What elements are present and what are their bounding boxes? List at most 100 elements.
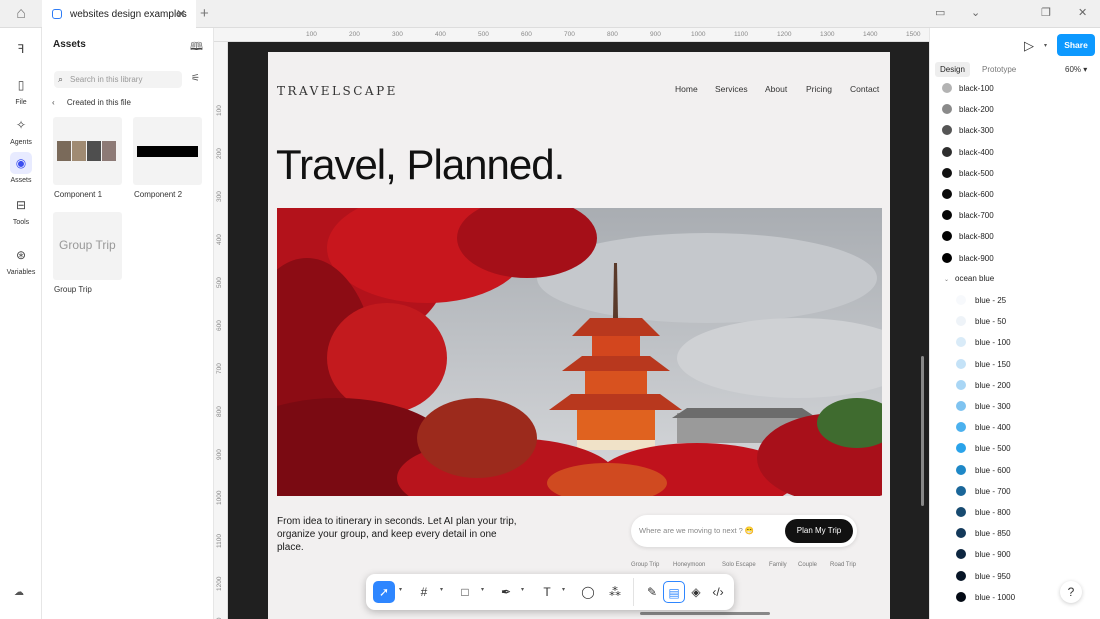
swatch-label-blue-800[interactable]: blue - 800: [975, 508, 1011, 517]
swatch-color[interactable]: [942, 189, 952, 199]
swatch-label-blue-150[interactable]: blue - 150: [975, 360, 1011, 369]
home-icon[interactable]: ⌂: [0, 0, 42, 28]
move-tool-icon[interactable]: ➚: [373, 581, 395, 603]
swatch-color[interactable]: [942, 146, 952, 157]
chip-honeymoon[interactable]: Honeymoon: [673, 562, 705, 568]
swatch-color[interactable]: [956, 401, 966, 411]
swatch-label-black-900[interactable]: black-900: [959, 254, 994, 263]
swatch-color[interactable]: [942, 231, 952, 242]
swatch-label-black-300[interactable]: black-300: [959, 126, 994, 135]
swatch-color[interactable]: [956, 316, 966, 327]
vertical-scrollbar[interactable]: [921, 356, 924, 506]
destination-input[interactable]: Where are we moving to next ? 😁 Plan My …: [631, 515, 857, 547]
zoom-level[interactable]: 60% ▾: [1065, 65, 1087, 74]
swatch-color[interactable]: [956, 570, 966, 581]
asset-search-input[interactable]: ⌕ Search in this library: [54, 71, 182, 88]
nav-home[interactable]: Home: [675, 84, 698, 94]
nav-contact[interactable]: Contact: [850, 84, 879, 94]
tab-prototype[interactable]: Prototype: [982, 65, 1016, 74]
swatch-label-blue-900[interactable]: blue - 900: [975, 550, 1011, 559]
filter-icon[interactable]: ⚟: [191, 73, 200, 84]
cloud-sync-icon[interactable]: ☁: [14, 587, 24, 598]
main-menu-icon[interactable]: ꟻ: [0, 38, 42, 63]
swatch-label-black-500[interactable]: black-500: [959, 169, 994, 178]
layout-icon[interactable]: ▭: [935, 6, 945, 19]
move-tool-chevron-icon[interactable]: ▾: [399, 586, 402, 593]
chip-couple[interactable]: Couple: [798, 562, 817, 568]
back-arrow-icon[interactable]: ‹: [52, 98, 55, 107]
text-tool-chevron-icon[interactable]: ▾: [562, 586, 565, 593]
ocean-blue-group[interactable]: ⌄ ocean blue: [944, 274, 994, 283]
swatch-color[interactable]: [942, 83, 952, 93]
swatch-color[interactable]: [956, 485, 966, 496]
swatch-color[interactable]: [956, 507, 966, 517]
nav-pricing[interactable]: Pricing: [806, 84, 832, 94]
swatch-color[interactable]: [956, 591, 966, 602]
swatch-label-black-200[interactable]: black-200: [959, 105, 994, 114]
close-window-icon[interactable]: ✕: [1078, 6, 1087, 19]
present-chevron-icon[interactable]: ▾: [1044, 42, 1047, 49]
swatch-label-black-800[interactable]: black-800: [959, 232, 994, 241]
plan-my-trip-button[interactable]: Plan My Trip: [785, 519, 853, 543]
site-logo[interactable]: TRAVELSCAPE: [277, 84, 398, 98]
website-frame[interactable]: TRAVELSCAPE Home Services About Pricing …: [268, 52, 890, 619]
swatch-color[interactable]: [956, 379, 966, 390]
swatch-label-blue-850[interactable]: blue - 850: [975, 529, 1011, 538]
new-tab-button[interactable]: +: [200, 5, 209, 22]
library-book-icon[interactable]: 🕮: [190, 38, 203, 57]
rail-item-agents[interactable]: ✧ Agents: [0, 114, 42, 146]
swatch-color[interactable]: [956, 422, 966, 433]
swatch-label-black-400[interactable]: black-400: [959, 148, 994, 157]
pen-tool-icon[interactable]: ✒: [495, 581, 517, 603]
swatch-label-blue-100[interactable]: blue - 100: [975, 338, 1011, 347]
chip-road-trip[interactable]: Road Trip: [830, 562, 856, 568]
comment-tool-icon[interactable]: ◯: [577, 581, 599, 603]
swatch-color[interactable]: [956, 464, 966, 475]
rail-item-file[interactable]: ▯ File: [0, 74, 42, 106]
swatch-label-blue-700[interactable]: blue - 700: [975, 487, 1011, 496]
restore-window-icon[interactable]: ❐: [1041, 6, 1051, 19]
swatch-label-black-700[interactable]: black-700: [959, 211, 994, 220]
nav-about[interactable]: About: [765, 84, 787, 94]
swatch-label-blue-300[interactable]: blue - 300: [975, 402, 1011, 411]
swatch-label-blue-200[interactable]: blue - 200: [975, 381, 1011, 390]
swatch-color[interactable]: [942, 167, 952, 178]
swatch-color[interactable]: [956, 295, 966, 305]
swatch-label-blue-950[interactable]: blue - 950: [975, 572, 1011, 581]
pen-tool-chevron-icon[interactable]: ▾: [521, 586, 524, 593]
help-button[interactable]: ?: [1060, 581, 1082, 603]
shape-tool-chevron-icon[interactable]: ▾: [481, 586, 484, 593]
swatch-color[interactable]: [942, 252, 952, 263]
swatch-color[interactable]: [956, 358, 966, 369]
swatch-label-blue-50[interactable]: blue - 50: [975, 317, 1006, 326]
design-mode-icon[interactable]: ▤: [663, 581, 685, 603]
component-1-thumbnail[interactable]: [53, 117, 122, 185]
swatch-label-blue-400[interactable]: blue - 400: [975, 423, 1011, 432]
present-play-icon[interactable]: ▷: [1024, 38, 1034, 54]
chip-family[interactable]: Family: [769, 562, 787, 568]
swatch-label-blue-500[interactable]: blue - 500: [975, 444, 1011, 453]
document-tab[interactable]: websites design examples ✕: [42, 0, 196, 28]
tab-design[interactable]: Design: [935, 62, 970, 77]
actions-icon[interactable]: ⁂: [604, 581, 626, 603]
chevron-down-icon[interactable]: ⌄: [971, 6, 980, 19]
nav-services[interactable]: Services: [715, 84, 748, 94]
swatch-color[interactable]: [956, 528, 966, 539]
swatch-color[interactable]: [956, 549, 966, 560]
swatch-label-blue-25[interactable]: blue - 25: [975, 296, 1006, 305]
frame-tool-chevron-icon[interactable]: ▾: [440, 586, 443, 593]
swatch-label-blue-1000[interactable]: blue - 1000: [975, 593, 1015, 602]
dev-mode-icon[interactable]: ‹/›: [707, 581, 729, 603]
swatch-label-black-600[interactable]: black-600: [959, 190, 994, 199]
created-in-file-breadcrumb[interactable]: ‹ Created in this file: [52, 98, 131, 107]
rail-item-tools[interactable]: ⊟ Tools: [0, 194, 42, 226]
draw-mode-icon[interactable]: ✎: [641, 581, 663, 603]
horizontal-scrollbar[interactable]: [640, 612, 770, 615]
share-button[interactable]: Share: [1057, 34, 1095, 56]
swatch-color[interactable]: [956, 337, 966, 348]
swatch-color[interactable]: [942, 125, 952, 136]
frame-tool-icon[interactable]: #: [413, 581, 435, 603]
design-canvas[interactable]: 100 200 300 400 500 600 700 800 900 1000…: [214, 28, 929, 619]
components-mode-icon[interactable]: ◈: [685, 581, 707, 603]
swatch-color[interactable]: [942, 104, 952, 115]
